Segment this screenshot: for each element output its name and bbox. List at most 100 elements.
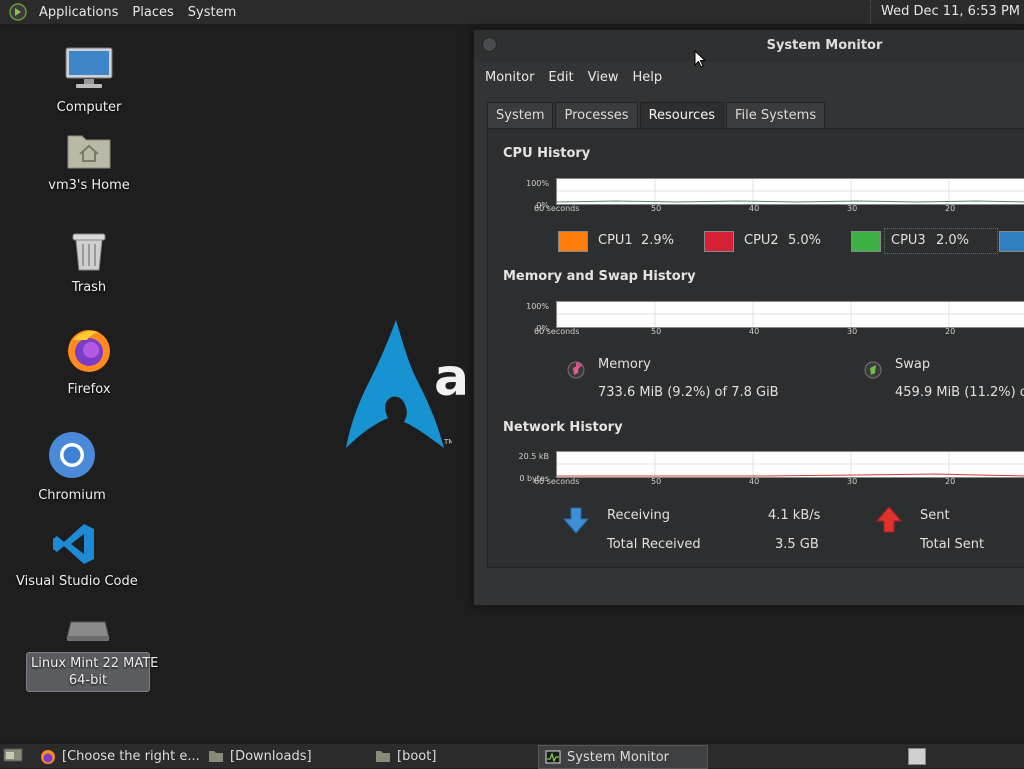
window-menubar: Monitor Edit View Help <box>474 62 1024 92</box>
memory-pie-icon[interactable] <box>566 357 586 385</box>
cpu4-color-swatch[interactable] <box>999 231 1024 252</box>
net-x-tick: 40 <box>749 477 760 486</box>
swap-pie-icon[interactable] <box>863 357 883 385</box>
net-x-tick: 30 <box>847 477 858 486</box>
sent-label: Sent <box>920 508 950 523</box>
firefox-icon <box>40 749 56 764</box>
desktop-icon-home[interactable]: vm3's Home <box>44 130 134 193</box>
receiving-label: Receiving <box>607 508 671 523</box>
show-desktop-icon[interactable] <box>3 747 23 767</box>
desktop-icon-computer[interactable]: Computer <box>44 46 134 115</box>
cpu1-color-swatch[interactable] <box>558 231 588 252</box>
desktop-icon-label: Visual Studio Code <box>16 574 138 589</box>
system-monitor-icon <box>545 750 561 764</box>
cpu3-label: CPU3 <box>891 233 926 248</box>
firefox-icon <box>44 326 134 378</box>
clock[interactable]: Wed Dec 11, 6:53 PM <box>870 0 1020 24</box>
taskbar-item-label: [boot] <box>397 748 437 764</box>
cpu2-label: CPU2 <box>744 233 779 248</box>
tab-processes[interactable]: Processes <box>555 102 638 129</box>
menu-edit[interactable]: Edit <box>541 70 580 85</box>
net-x-tick: 20 <box>945 477 956 486</box>
resources-panel: CPU History 100% 0% 60 seconds 50 40 30 … <box>487 128 1024 568</box>
taskbar-item-label: [Choose the right e... <box>62 748 200 764</box>
taskbar-item-boot[interactable]: [boot] <box>369 745 533 767</box>
mem-x-start-label: 60 seconds <box>534 327 580 336</box>
tab-bar: System Processes Resources File Systems <box>487 102 827 129</box>
taskbar-item-downloads[interactable]: [Downloads] <box>202 745 362 767</box>
tab-system[interactable]: System <box>487 102 554 129</box>
desktop-icon-label: Trash <box>71 280 107 295</box>
sent-arrow-icon[interactable] <box>875 506 903 538</box>
applications-menu[interactable]: Applications <box>32 5 125 20</box>
cpu-x-start-label: 60 seconds <box>534 204 580 213</box>
desktop-icon-vscode[interactable]: Visual Studio Code <box>16 522 138 589</box>
menu-view[interactable]: View <box>581 70 626 85</box>
desktop-icon-label: Firefox <box>67 382 111 397</box>
window-titlebar[interactable]: System Monitor <box>474 30 1024 62</box>
chromium-icon <box>27 430 117 484</box>
cpu3-value: 2.0% <box>936 233 970 248</box>
swap-value: 459.9 MiB (11.2%) of 4 <box>895 385 1024 400</box>
receiving-arrow-icon[interactable] <box>562 506 590 538</box>
memory-history-graph <box>556 301 1024 328</box>
taskbar-item-system-monitor[interactable]: System Monitor <box>538 745 708 769</box>
mem-x-tick: 50 <box>651 327 662 336</box>
desktop-icon-label-selected: Linux Mint 22 MATE 64-bit <box>26 652 158 692</box>
home-folder-icon <box>44 130 134 174</box>
memory-history-title: Memory and Swap History <box>503 269 696 284</box>
cpu2-color-swatch[interactable] <box>704 231 734 252</box>
svg-text:TM: TM <box>443 438 452 446</box>
menu-monitor[interactable]: Monitor <box>478 70 541 85</box>
taskbar-item-label: System Monitor <box>567 749 670 765</box>
desktop-icon-trash[interactable]: Trash <box>44 230 134 295</box>
taskbar-item-firefox[interactable]: [Choose the right e... <box>34 745 200 767</box>
computer-icon <box>44 46 134 96</box>
cpu-history-graph <box>556 178 1024 205</box>
receiving-value: 4.1 kB/s <box>768 508 821 523</box>
total-received-value: 3.5 GB <box>775 537 819 552</box>
cpu-x-tick: 30 <box>847 204 858 213</box>
memory-label: Memory <box>598 357 651 372</box>
wallpaper-logo-text: a <box>434 348 470 408</box>
tab-file-systems[interactable]: File Systems <box>725 102 826 129</box>
cpu2-value: 5.0% <box>788 233 822 248</box>
mem-y-top-label: 100% <box>526 302 549 311</box>
memory-value: 733.6 MiB (9.2%) of 7.8 GiB <box>598 385 779 400</box>
mem-x-tick: 30 <box>847 327 858 336</box>
mem-x-tick: 20 <box>945 327 956 336</box>
trash-icon <box>44 230 134 276</box>
desktop-icon-install-disk[interactable]: Linux Mint 22 MATE 64-bit <box>26 616 158 692</box>
menu-help[interactable]: Help <box>625 70 669 85</box>
bottom-panel: [Choose the right e... [Downloads] [boot… <box>0 743 1024 769</box>
tab-resources[interactable]: Resources <box>639 102 724 129</box>
mint-menu-icon[interactable] <box>8 2 28 22</box>
network-history-title: Network History <box>503 420 623 435</box>
cpu3-color-swatch[interactable] <box>851 231 881 252</box>
cpu1-label: CPU1 <box>598 233 633 248</box>
mouse-cursor-icon <box>694 49 707 72</box>
mem-x-tick: 40 <box>749 327 760 336</box>
places-menu[interactable]: Places <box>125 5 180 20</box>
net-x-start-label: 60 seconds <box>534 477 580 486</box>
top-panel: Applications Places System Wed Dec 11, 6… <box>0 0 1024 25</box>
desktop-icon-label: Computer <box>56 100 122 115</box>
taskbar-item-label: [Downloads] <box>230 748 312 764</box>
window-title: System Monitor <box>766 38 883 53</box>
desktop-icon-chromium[interactable]: Chromium <box>27 430 117 503</box>
desktop-icon-firefox[interactable]: Firefox <box>44 326 134 397</box>
system-menu[interactable]: System <box>181 5 243 20</box>
disk-drive-icon <box>26 616 150 648</box>
total-sent-label: Total Sent <box>920 537 985 552</box>
cpu-y-top-label: 100% <box>526 179 549 188</box>
total-received-label: Total Received <box>607 537 701 552</box>
system-monitor-window: System Monitor Monitor Edit View Help Sy… <box>473 29 1024 606</box>
vscode-icon <box>16 522 132 570</box>
desktop-icon-label: Chromium <box>38 488 106 503</box>
cpu1-value: 2.9% <box>641 233 675 248</box>
network-history-graph <box>556 451 1024 478</box>
swap-label: Swap <box>895 357 931 372</box>
folder-icon <box>208 749 224 763</box>
net-y-top-label: 20.5 kB <box>518 452 549 461</box>
workspace-switcher[interactable] <box>908 748 926 765</box>
